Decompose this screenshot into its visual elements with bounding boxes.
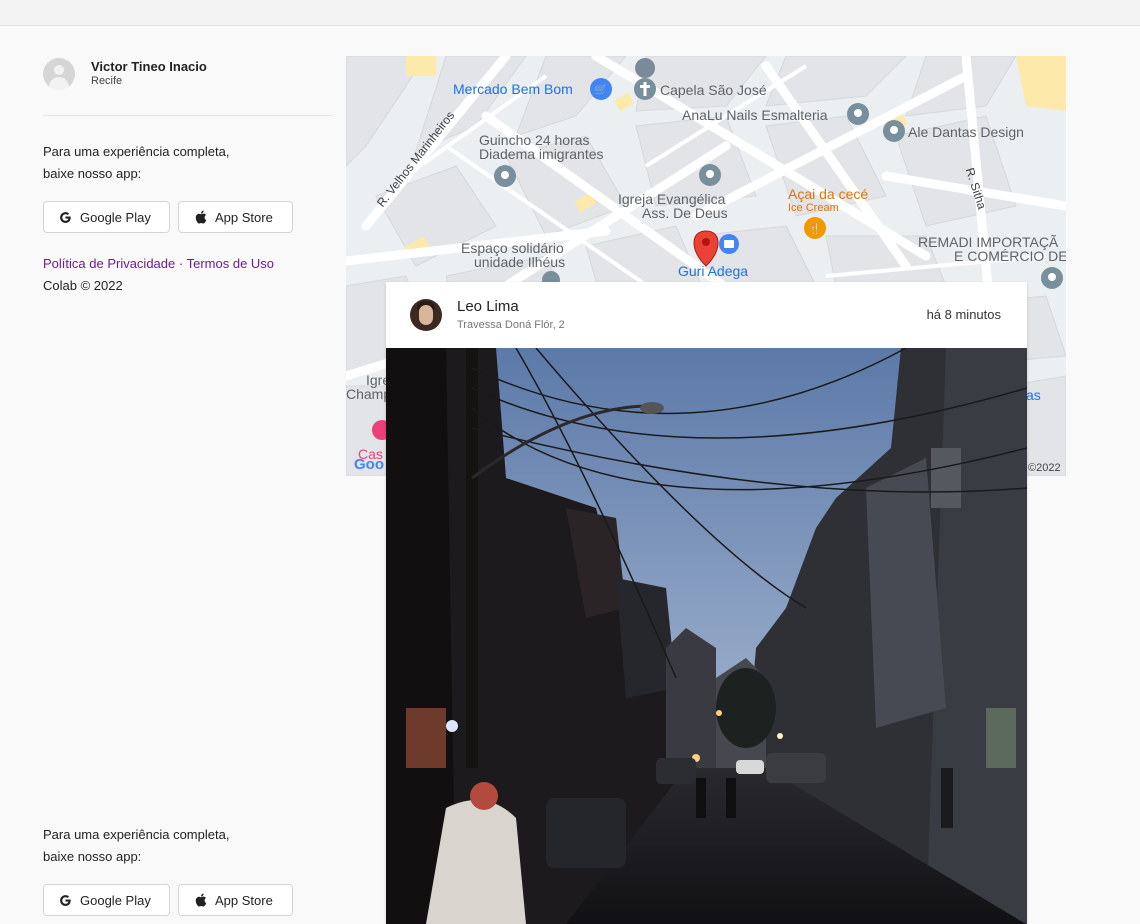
street-photo <box>386 348 1027 924</box>
svg-text:🍴: 🍴 <box>809 222 821 235</box>
author-avatar[interactable] <box>410 299 442 331</box>
apple-icon <box>193 893 207 907</box>
map-label-icecream: Ice Cream <box>788 202 839 214</box>
post-card[interactable]: Leo Lima Travessa Doná Flór, 2 há 8 minu… <box>386 282 1027 924</box>
user-avatar[interactable] <box>43 58 75 90</box>
map-copyright: ©2022 <box>1028 462 1061 474</box>
map-label-acai: Açai da cecé <box>788 186 869 202</box>
post-timestamp: há 8 minutos <box>926 307 1001 322</box>
terms-of-use-link[interactable]: Termos de Uso <box>187 256 274 271</box>
store-buttons-bottom: Google Play App Store <box>43 884 332 916</box>
google-icon <box>58 210 72 224</box>
google-icon <box>58 893 72 907</box>
user-name[interactable]: Victor Tineo Inacio <box>91 59 207 74</box>
bottom-app-promo: Para uma experiência completa, baixe nos… <box>43 824 332 916</box>
map-label-ale: Ale Dantas Design <box>908 124 1024 140</box>
google-logo: Goo <box>354 456 384 473</box>
apple-icon <box>193 210 207 224</box>
svg-text:🛒: 🛒 <box>594 83 608 96</box>
author-name[interactable]: Leo Lima <box>457 297 565 317</box>
store-buttons: Google Play App Store <box>43 201 332 233</box>
user-profile[interactable]: Victor Tineo Inacio Recife <box>43 56 332 92</box>
footer-links: Política de Privacidade · Termos de Uso <box>43 253 332 275</box>
map-label-analu: AnaLu Nails Esmalteria <box>682 107 828 123</box>
map-label-igreja-2: Ass. De Deus <box>642 205 728 221</box>
app-store-button-bottom[interactable]: App Store <box>178 884 293 916</box>
sidebar: Victor Tineo Inacio Recife Para uma expe… <box>43 56 332 297</box>
app-promo-text-bottom: Para uma experiência completa, baixe nos… <box>43 827 230 864</box>
map-label-capela: Capela São José <box>660 82 767 98</box>
app-store-button[interactable]: App Store <box>178 201 293 233</box>
google-play-button-bottom[interactable]: Google Play <box>43 884 170 916</box>
user-city: Recife <box>91 75 123 87</box>
post-photo[interactable] <box>386 348 1027 924</box>
sidebar-divider <box>43 115 332 116</box>
map-label-guincho-2: Diadema imigrantes <box>479 146 604 162</box>
map-label-guri: Guri Adega <box>678 263 749 279</box>
google-play-button[interactable]: Google Play <box>43 201 170 233</box>
map-label-remadi-2: E COMÉRCIO DE <box>954 248 1066 264</box>
map-label-espaco-2: unidade Ilhéus <box>474 254 566 270</box>
map-label-mercado: Mercado Bem Bom <box>453 81 573 97</box>
copyright-text: Colab © 2022 <box>43 278 123 293</box>
link-separator: · <box>178 256 184 271</box>
map-label-champ: Champ <box>346 386 392 402</box>
privacy-policy-link[interactable]: Política de Privacidade <box>43 256 175 271</box>
map-label-as: as <box>1026 387 1041 403</box>
app-promo-text: Para uma experiência completa, baixe nos… <box>43 144 230 181</box>
post-address: Travessa Doná Flór, 2 <box>457 319 565 331</box>
post-header: Leo Lima Travessa Doná Flór, 2 há 8 minu… <box>386 282 1027 348</box>
top-bar <box>0 0 1140 26</box>
